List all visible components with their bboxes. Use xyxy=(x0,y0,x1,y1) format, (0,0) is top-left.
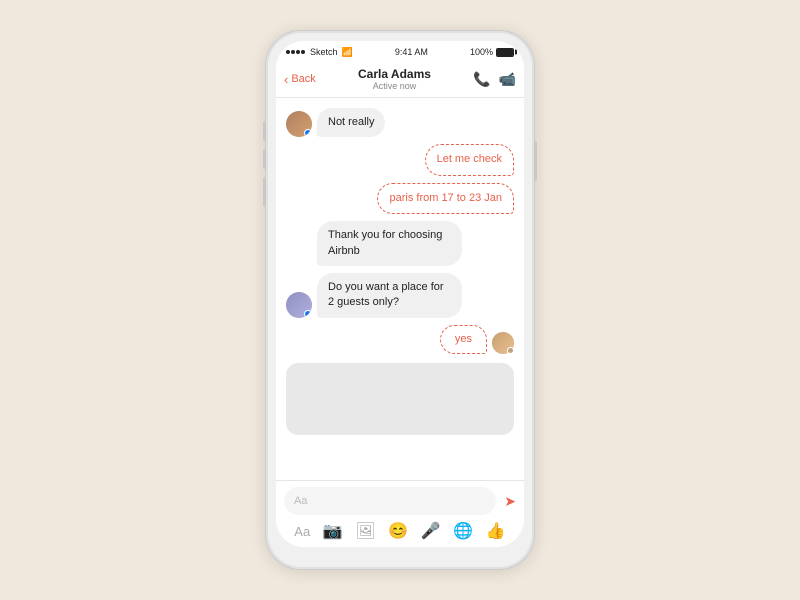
volume-up-button xyxy=(263,121,266,141)
video-icon[interactable]: 📹 xyxy=(499,71,516,88)
input-row: Aa ➤ xyxy=(284,487,516,515)
signal-dot-2 xyxy=(291,50,295,54)
globe-icon[interactable]: 🌐 xyxy=(453,521,473,541)
message-row-6: yes xyxy=(286,325,514,354)
message-text-5: Do you want a place for 2 guests only? xyxy=(328,281,444,308)
placeholder-content xyxy=(286,363,514,435)
message-input[interactable]: Aa xyxy=(284,487,496,515)
chat-header: ‹ Back Carla Adams Active now 📞 📹 xyxy=(276,63,524,98)
volume-down-button xyxy=(263,149,266,169)
message-row-1: Not really xyxy=(286,108,514,137)
bottom-toolbar: Aa 📷 🖼 😊 🎤 🌐 👍 xyxy=(284,521,516,541)
phone-icon[interactable]: 📞 xyxy=(473,71,490,88)
avatar-small-badge-6 xyxy=(507,347,514,354)
back-label: Back xyxy=(291,73,315,85)
side-buttons-left xyxy=(263,121,266,215)
bubble-2: Let me check xyxy=(425,144,514,175)
status-right: 100% xyxy=(470,47,514,57)
mic-icon[interactable]: 🎤 xyxy=(421,521,441,541)
bubble-3: paris from 17 to 23 Jan xyxy=(377,183,514,214)
bubble-1: Not really xyxy=(317,108,385,137)
signal-dot-3 xyxy=(296,50,300,54)
gallery-icon[interactable]: 🖼 xyxy=(355,521,375,541)
signal-dots xyxy=(286,50,305,54)
time-display: 9:41 AM xyxy=(395,47,428,57)
battery-icon xyxy=(496,48,514,57)
avatar-6 xyxy=(492,332,514,354)
keyboard-icon[interactable]: Aa xyxy=(294,524,310,539)
emoji-icon[interactable]: 😊 xyxy=(388,521,408,541)
send-button[interactable]: ➤ xyxy=(504,493,516,510)
phone-screen: Sketch 📶 9:41 AM 100% ‹ Back Carla Adams… xyxy=(276,41,524,547)
bubble-5: Do you want a place for 2 guests only? xyxy=(317,273,462,318)
signal-dot-4 xyxy=(301,50,305,54)
messages-area: Not really Let me check paris from 17 to… xyxy=(276,98,524,480)
battery-label: 100% xyxy=(470,47,493,57)
battery-fill xyxy=(497,49,513,56)
avatar-badge-5 xyxy=(304,310,312,318)
message-text-3: paris from 17 to 23 Jan xyxy=(389,192,502,204)
back-button[interactable]: ‹ Back xyxy=(284,72,316,87)
message-row-3: paris from 17 to 23 Jan xyxy=(286,183,514,214)
input-placeholder: Aa xyxy=(294,495,307,507)
wifi-icon: 📶 xyxy=(342,47,353,58)
bubble-6: yes xyxy=(440,325,487,354)
header-icons: 📞 📹 xyxy=(473,71,516,88)
bubble-4: Thank you for choosing Airbnb xyxy=(317,221,462,266)
avatar-1 xyxy=(286,111,312,137)
power-button xyxy=(534,141,537,181)
message-text-4: Thank you for choosing Airbnb xyxy=(328,229,442,256)
status-left: Sketch 📶 xyxy=(286,47,353,58)
thumbsup-icon[interactable]: 👍 xyxy=(486,521,506,541)
signal-dot-1 xyxy=(286,50,290,54)
message-text-6: yes xyxy=(455,333,472,345)
app-name-label: Sketch xyxy=(310,47,338,57)
header-center: Carla Adams Active now xyxy=(316,67,473,91)
phone-frame: Sketch 📶 9:41 AM 100% ‹ Back Carla Adams… xyxy=(265,30,535,570)
back-chevron-icon: ‹ xyxy=(284,72,288,87)
side-buttons-right xyxy=(534,141,537,181)
avatar-5 xyxy=(286,292,312,318)
input-area: Aa ➤ Aa 📷 🖼 😊 🎤 🌐 👍 xyxy=(276,480,524,547)
status-bar: Sketch 📶 9:41 AM 100% xyxy=(276,41,524,63)
message-row-5: Do you want a place for 2 guests only? xyxy=(286,273,514,318)
camera-icon[interactable]: 📷 xyxy=(323,521,343,541)
message-text-1: Not really xyxy=(328,116,374,128)
message-row-2: Let me check xyxy=(286,144,514,175)
silent-switch xyxy=(263,177,266,207)
contact-name: Carla Adams xyxy=(316,67,473,81)
contact-status: Active now xyxy=(316,81,473,91)
message-row-4: Thank you for choosing Airbnb xyxy=(286,221,514,266)
message-text-2: Let me check xyxy=(437,153,502,165)
avatar-badge-1 xyxy=(304,129,312,137)
